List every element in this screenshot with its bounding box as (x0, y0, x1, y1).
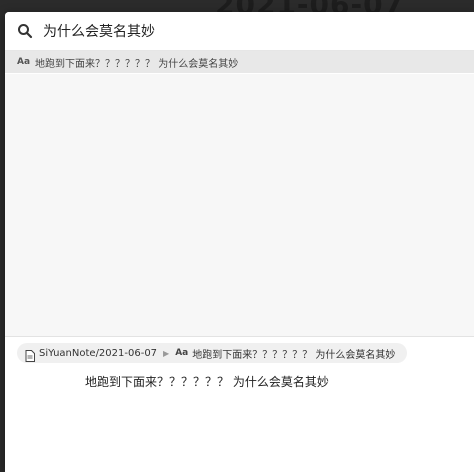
preview-block-content[interactable]: 地跑到下面来？？？？？？ 为什么会莫名其妙 (85, 373, 329, 390)
search-result-list: Aa 地跑到下面来？？？？？？ 为什么会莫名其妙 (5, 51, 474, 73)
preview-panel (5, 74, 474, 336)
search-result-text: 地跑到下面来？？？？？？ 为什么会莫名其妙 (35, 58, 239, 70)
breadcrumb-block-text[interactable]: 地跑到下面来？？？？？？ 为什么会莫名其妙 (192, 346, 395, 361)
search-icon (17, 23, 33, 39)
search-result-item[interactable]: Aa 地跑到下面来？？？？？？ 为什么会莫名其妙 (5, 51, 474, 73)
breadcrumb: SiYuanNote/2021-06-07 ▶ Aa 地跑到下面来？？？？？？ … (17, 343, 408, 363)
search-dialog: Aa 地跑到下面来？？？？？？ 为什么会莫名其妙 SiYuanNote/2021… (5, 12, 474, 472)
breadcrumb-separator-icon: ▶ (163, 348, 170, 358)
breadcrumb-doc-path[interactable]: SiYuanNote/2021-06-07 (39, 348, 157, 359)
paragraph-block-icon: Aa (17, 57, 31, 67)
search-bar (5, 12, 474, 51)
divider (5, 336, 474, 337)
file-icon (25, 347, 35, 362)
search-input[interactable] (43, 23, 443, 39)
paragraph-block-icon: Aa (175, 348, 189, 358)
